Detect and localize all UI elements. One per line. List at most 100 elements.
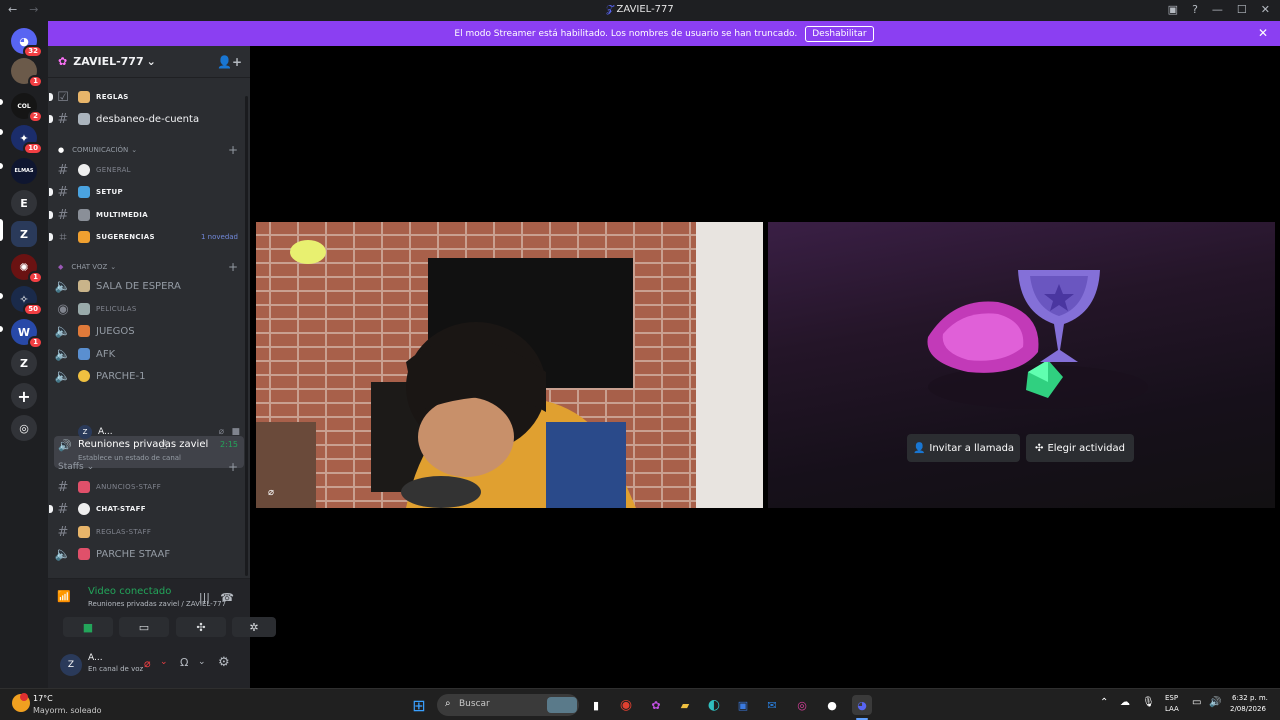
chevron-down-icon: ⌄ bbox=[146, 55, 156, 68]
screen-share-button[interactable]: ▭ bbox=[119, 617, 169, 637]
server-icon-2[interactable]: COL 2 bbox=[11, 93, 43, 123]
channel-sugerencias[interactable]: ⌗ SUGERENCIAS 1 novedad bbox=[49, 227, 244, 247]
app-icon[interactable]: ◎ bbox=[792, 695, 812, 715]
file-explorer-icon[interactable]: ▰ bbox=[675, 695, 695, 715]
chevron-down-icon[interactable]: ⌄ bbox=[198, 657, 206, 667]
channel-status-prompt[interactable]: Establece un estado de canal bbox=[78, 454, 181, 462]
create-channel-icon[interactable]: + bbox=[228, 460, 238, 474]
unread-pill bbox=[0, 163, 3, 169]
channel-chat-staff[interactable]: # CHAT-STAFF bbox=[49, 499, 244, 519]
server-icon-4[interactable]: ELMAS bbox=[11, 158, 37, 184]
megaphone-emoji-icon bbox=[78, 481, 90, 493]
clock-date[interactable]: 2/08/2026 bbox=[1230, 705, 1266, 713]
server-icon-1[interactable]: 1 bbox=[11, 58, 43, 88]
store-icon[interactable]: ▣ bbox=[733, 695, 753, 715]
server-icon-5[interactable]: E bbox=[11, 190, 37, 216]
voice-parche-1[interactable]: 🔈 PARCHE-1 bbox=[54, 366, 244, 386]
channel-reglas[interactable]: ☑ REGLAS bbox=[49, 87, 244, 107]
camera-button[interactable]: ■ bbox=[63, 617, 113, 637]
chrome-icon[interactable]: ◉ bbox=[616, 695, 636, 715]
close-window-button[interactable]: ✕ bbox=[1261, 3, 1270, 16]
server-icon-8[interactable]: W1 bbox=[11, 319, 43, 349]
category-comunicacion[interactable]: ● COMUNICACIÓN ⌄ + bbox=[58, 143, 238, 157]
muted-mic-icon[interactable]: ⌀ bbox=[144, 657, 151, 670]
volume-icon[interactable]: 🔊 bbox=[1209, 697, 1221, 708]
voice-peliculas[interactable]: ◉ PELICULAS bbox=[54, 299, 244, 319]
close-banner-icon[interactable]: ✕ bbox=[1258, 26, 1268, 40]
create-channel-icon[interactable]: + bbox=[228, 260, 238, 274]
server-icon-9[interactable]: Z bbox=[11, 350, 37, 376]
outlook-icon[interactable]: ✉ bbox=[762, 695, 782, 715]
headphones-icon[interactable]: Ω bbox=[180, 656, 188, 669]
server-icon-6[interactable]: ✺ 1 bbox=[11, 254, 43, 284]
clock-time[interactable]: 6:32 p. m. bbox=[1232, 694, 1268, 702]
cloud-icon[interactable]: ☁ bbox=[1120, 697, 1130, 708]
github-icon[interactable]: ● bbox=[822, 695, 842, 715]
explore-icon[interactable]: ◎ bbox=[11, 415, 37, 441]
maximize-button[interactable]: ☐ bbox=[1237, 3, 1247, 16]
weather-desc[interactable]: Mayorm. soleado bbox=[33, 706, 102, 715]
language-primary[interactable]: ESP bbox=[1165, 694, 1178, 702]
direct-messages-button[interactable]: ◕ 32 bbox=[11, 28, 43, 58]
chevron-down-icon[interactable]: ⌄ bbox=[160, 657, 168, 667]
inbox-icon[interactable]: ▣ bbox=[1168, 3, 1178, 16]
create-channel-icon[interactable]: + bbox=[228, 143, 238, 157]
edge-icon[interactable]: ◐ bbox=[704, 695, 724, 715]
stage-icon: ◉ bbox=[57, 301, 69, 317]
server-icon-zaviel[interactable]: Z bbox=[11, 221, 37, 247]
add-server-icon[interactable]: + bbox=[11, 383, 37, 409]
choose-activity-button[interactable]: ✣ Elegir actividad bbox=[1026, 434, 1134, 462]
voice-afk[interactable]: 🔈 AFK bbox=[54, 344, 244, 364]
sleep-emoji-icon bbox=[78, 348, 90, 360]
chevron-up-icon[interactable]: ⌃ bbox=[1100, 697, 1108, 708]
server-icon-3[interactable]: ✦ 10 bbox=[11, 125, 43, 155]
category-staffs[interactable]: Staffs ⌄ + bbox=[58, 460, 238, 474]
scrollbar[interactable] bbox=[245, 96, 248, 576]
video-tile[interactable]: ⌀ bbox=[256, 222, 763, 508]
activities-button[interactable]: ✣ bbox=[176, 617, 226, 637]
category-chat-voz[interactable]: ◆ CHAT VOZ ⌄ + bbox=[58, 260, 238, 274]
voice-user-row[interactable]: Z A... ⌀ ■ bbox=[54, 422, 244, 442]
windows-start-icon[interactable]: ⊞ bbox=[409, 695, 429, 715]
channel-setup[interactable]: # SETUP bbox=[49, 182, 244, 202]
help-icon[interactable]: ? bbox=[1192, 3, 1198, 16]
task-view-icon[interactable]: ▮ bbox=[586, 695, 606, 715]
copilot-icon[interactable]: ✿ bbox=[646, 695, 666, 715]
discord-taskbar-icon[interactable]: ◕ bbox=[852, 695, 872, 715]
voice-sala-de-espera[interactable]: 🔈 SALA DE ESPERA bbox=[54, 276, 244, 296]
voice-juegos[interactable]: 🔈 JUEGOS bbox=[54, 321, 244, 341]
guild-header[interactable]: ✿ ZAVIEL-777 ⌄ 👤+ bbox=[48, 46, 250, 78]
language-secondary[interactable]: LAA bbox=[1165, 705, 1179, 713]
guild-name: ZAVIEL-777 bbox=[73, 55, 144, 68]
connection-signal-icon: 📶 bbox=[57, 590, 71, 603]
channel-name: desbaneo-de-cuenta bbox=[96, 113, 200, 125]
soundboard-button[interactable]: ✲ bbox=[232, 617, 276, 637]
disconnect-icon[interactable]: ☎ bbox=[220, 591, 234, 604]
hash-icon: # bbox=[57, 207, 69, 223]
weather-temp[interactable]: 17°C bbox=[33, 694, 53, 703]
minimize-button[interactable]: — bbox=[1212, 3, 1223, 16]
channel-reglas-staff[interactable]: # REGLAS-STAFF bbox=[54, 522, 244, 542]
channel-multimedia[interactable]: # MULTIMEDIA bbox=[49, 205, 244, 225]
avatar[interactable]: Z bbox=[60, 654, 82, 676]
page-emoji-icon bbox=[78, 113, 90, 125]
purple-heart-icon: ◆ bbox=[58, 263, 64, 271]
settings-gear-icon[interactable]: ⚙ bbox=[218, 655, 230, 670]
chevron-down-icon: ⌄ bbox=[131, 146, 138, 154]
microphone-icon[interactable]: 🎙 bbox=[1142, 697, 1155, 708]
channel-desbaneo[interactable]: # desbaneo-de-cuenta bbox=[49, 109, 244, 129]
user-status: En canal de voz bbox=[88, 665, 144, 673]
voice-parche-staaf[interactable]: 🔈 PARCHE STAAF bbox=[54, 544, 244, 564]
network-icon[interactable]: ▭ bbox=[1192, 697, 1201, 708]
channel-anuncios-staff[interactable]: # ANUNCIOS-STAFF bbox=[54, 477, 244, 497]
taskbar-search-box[interactable]: ⌕ Buscar bbox=[437, 694, 579, 716]
invite-to-call-button[interactable]: 👤 Invitar a llamada bbox=[907, 434, 1020, 462]
noise-suppression-icon[interactable]: ||| bbox=[199, 591, 210, 604]
voice-status[interactable]: Video conectado bbox=[88, 586, 171, 597]
server-list: ◕ 32 1 COL 2 ✦ 10 ELMAS E Z ✺ 1 ✧ 50 W1 Z + … bbox=[0, 21, 48, 688]
server-icon-7[interactable]: ✧ 50 bbox=[11, 286, 43, 316]
activity-tile bbox=[768, 222, 1275, 508]
disable-streamer-button[interactable]: Deshabilitar bbox=[805, 25, 874, 42]
channel-general[interactable]: # GENERAL bbox=[54, 160, 244, 180]
invite-people-icon[interactable]: 👤+ bbox=[217, 55, 242, 69]
